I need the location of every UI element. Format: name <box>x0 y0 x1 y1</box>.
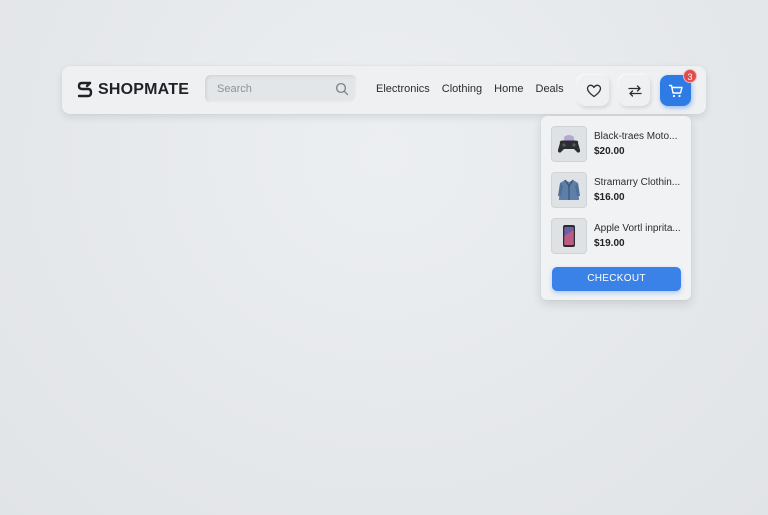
cart-item[interactable]: Black-traes Moto... $20.00 <box>551 125 687 163</box>
nav-link-home[interactable]: Home <box>494 83 523 95</box>
cart-item-price: $20.00 <box>594 146 625 157</box>
cart-item-info: Stramarry Clothin... $16.00 <box>594 177 682 203</box>
nav-links: Electronics Clothing Home Deals <box>376 83 564 95</box>
cart-icon <box>668 84 683 97</box>
nav-link-electronics[interactable]: Electronics <box>376 83 430 95</box>
cart-item-price: $16.00 <box>594 192 625 203</box>
search-input[interactable] <box>205 75 337 103</box>
cart-button[interactable]: 3 <box>660 69 697 106</box>
checkout-button[interactable]: CHECKOUT <box>552 267 681 291</box>
cart-item[interactable]: Apple Vortl inprita... $19.00 <box>551 217 687 255</box>
cart-count-badge: 3 <box>683 69 697 83</box>
cart-item[interactable]: Stramarry Clothin... $16.00 <box>551 171 687 209</box>
compare-button[interactable] <box>619 75 650 106</box>
top-navbar: SHOPMATE Electronics Clothing Home Deals <box>62 66 706 114</box>
cart-item-info: Apple Vortl inprita... $19.00 <box>594 223 682 249</box>
cart-item-name: Stramarry Clothin... <box>594 177 681 188</box>
brand-name: SHOPMATE <box>98 81 190 98</box>
brand-logo[interactable]: SHOPMATE <box>76 79 189 101</box>
cart-item-name: Black-traes Moto... <box>594 131 678 142</box>
product-thumbnail <box>551 218 587 254</box>
swap-arrows-icon <box>627 84 642 97</box>
heart-icon <box>586 84 601 97</box>
product-thumbnail <box>551 172 587 208</box>
nav-link-deals[interactable]: Deals <box>536 83 564 95</box>
cart-item-price: $19.00 <box>594 238 625 249</box>
search-box <box>205 75 357 103</box>
cart-item-info: Black-traes Moto... $20.00 <box>594 131 682 157</box>
product-thumbnail <box>551 126 587 162</box>
page-background: SHOPMATE Electronics Clothing Home Deals <box>0 0 768 515</box>
nav-link-clothing[interactable]: Clothing <box>442 83 482 95</box>
search-icon[interactable] <box>335 82 349 96</box>
gamepad-icon <box>557 135 581 153</box>
cart-item-name: Apple Vortl inprita... <box>594 223 681 234</box>
jacket-icon <box>558 179 580 200</box>
smartphone-icon <box>563 225 575 247</box>
wishlist-button[interactable] <box>578 75 609 106</box>
logo-mark-icon <box>77 81 93 98</box>
cart-dropdown: Black-traes Moto... $20.00 Stramarry Clo… <box>541 116 691 300</box>
